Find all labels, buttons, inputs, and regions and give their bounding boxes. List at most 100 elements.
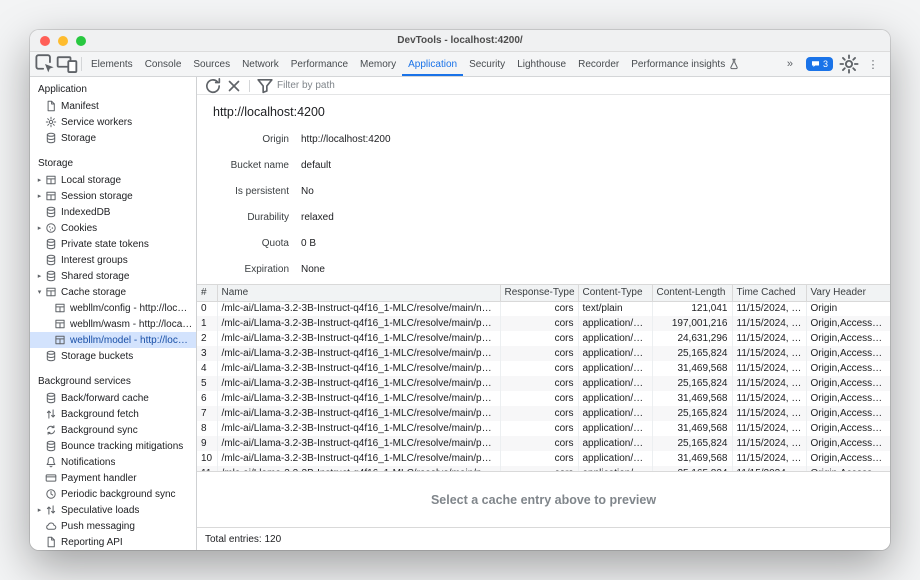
- sidebar-item-shared-storage[interactable]: ▸Shared storage: [30, 268, 196, 284]
- tab-performance-insights[interactable]: Performance insights: [625, 52, 746, 76]
- column-header-vary-header[interactable]: Vary Header: [806, 285, 890, 301]
- sidebar-item-local-storage[interactable]: ▸Local storage: [30, 172, 196, 188]
- tab-application[interactable]: Application: [402, 52, 463, 76]
- table-row[interactable]: 8/mlc-ai/Llama-3.2-3B-Instruct-q4f16_1-M…: [197, 421, 890, 436]
- delete-selected-button[interactable]: [224, 76, 244, 96]
- cell-name: /mlc-ai/Llama-3.2-3B-Instruct-q4f16_1-ML…: [217, 436, 500, 451]
- sidebar-item-webllm-config-http-loc[interactable]: webllm/config - http://loc…: [30, 300, 196, 316]
- tab-lighthouse[interactable]: Lighthouse: [511, 52, 572, 76]
- chevron-right-icon[interactable]: ▸: [34, 224, 45, 232]
- sidebar-item-cache-storage[interactable]: ▾Cache storage: [30, 284, 196, 300]
- chevron-right-icon[interactable]: ▸: [34, 272, 45, 280]
- tab-console[interactable]: Console: [139, 52, 188, 76]
- table-row[interactable]: 7/mlc-ai/Llama-3.2-3B-Instruct-q4f16_1-M…: [197, 406, 890, 421]
- cell-: 7: [197, 406, 217, 421]
- inspect-element-icon[interactable]: [34, 52, 56, 76]
- sidebar-item-periodic-background-sync[interactable]: Periodic background sync: [30, 486, 196, 502]
- issues-badge[interactable]: 3: [806, 57, 833, 71]
- sidebar-item-indexeddb[interactable]: IndexedDB: [30, 204, 196, 220]
- sidebar-item-bounce-tracking-mitigations[interactable]: Bounce tracking mitigations: [30, 438, 196, 454]
- column-header-time-cached[interactable]: Time Cached: [732, 285, 806, 301]
- table-row[interactable]: 4/mlc-ai/Llama-3.2-3B-Instruct-q4f16_1-M…: [197, 361, 890, 376]
- sidebar-item-background-sync[interactable]: Background sync: [30, 422, 196, 438]
- bell-icon: [45, 456, 57, 468]
- sidebar-item-speculative-loads[interactable]: ▸Speculative loads: [30, 502, 196, 518]
- column-header-response-type[interactable]: Response-Type: [500, 285, 578, 301]
- sidebar-item-reporting-api[interactable]: Reporting API: [30, 534, 196, 550]
- table-row[interactable]: 3/mlc-ai/Llama-3.2-3B-Instruct-q4f16_1-M…: [197, 346, 890, 361]
- devtools-content: ApplicationManifestService workersStorag…: [30, 77, 890, 550]
- sidebar-item-background-fetch[interactable]: Background fetch: [30, 406, 196, 422]
- database-icon: [45, 206, 57, 218]
- chevron-right-icon[interactable]: ▸: [34, 176, 45, 184]
- minimize-window-button[interactable]: [58, 36, 68, 46]
- cookie-icon: [45, 222, 57, 234]
- filter-icon: [255, 76, 275, 96]
- metadata-label: Expiration: [197, 264, 289, 275]
- database-icon: [45, 350, 57, 362]
- metadata-row: Is persistentNo: [197, 178, 890, 204]
- table-row[interactable]: 2/mlc-ai/Llama-3.2-3B-Instruct-q4f16_1-M…: [197, 331, 890, 346]
- cell-vary-header: Origin,Access…: [806, 421, 890, 436]
- sidebar-item-private-state-tokens[interactable]: Private state tokens: [30, 236, 196, 252]
- filter-by-path-input[interactable]: Filter by path: [255, 76, 335, 96]
- more-tabs-icon[interactable]: »: [779, 58, 801, 70]
- sidebar-item-webllm-wasm-http-loca[interactable]: webllm/wasm - http://loca…: [30, 316, 196, 332]
- zoom-window-button[interactable]: [76, 36, 86, 46]
- tab-security[interactable]: Security: [463, 52, 511, 76]
- chevron-right-icon[interactable]: ▸: [34, 192, 45, 200]
- table-row[interactable]: 1/mlc-ai/Llama-3.2-3B-Instruct-q4f16_1-M…: [197, 316, 890, 331]
- sidebar-item-storage[interactable]: Storage: [30, 130, 196, 146]
- table-row[interactable]: 6/mlc-ai/Llama-3.2-3B-Instruct-q4f16_1-M…: [197, 391, 890, 406]
- device-toolbar-icon[interactable]: [56, 52, 78, 76]
- tab-recorder[interactable]: Recorder: [572, 52, 625, 76]
- tab-label: Console: [145, 59, 182, 70]
- cell-content-type: application/oc…: [578, 436, 652, 451]
- table-row[interactable]: 5/mlc-ai/Llama-3.2-3B-Instruct-q4f16_1-M…: [197, 376, 890, 391]
- issues-count: 3: [823, 59, 828, 69]
- cell-time-cached: 11/15/2024, 10…: [732, 436, 806, 451]
- sidebar-item-push-messaging[interactable]: Push messaging: [30, 518, 196, 534]
- column-header-[interactable]: #: [197, 285, 217, 301]
- refresh-button[interactable]: [203, 76, 223, 96]
- sidebar-item-webllm-model-http-loc[interactable]: webllm/model - http://loc…: [30, 332, 196, 348]
- database-icon: [45, 254, 57, 266]
- cell-: 10: [197, 451, 217, 466]
- cell-name: /mlc-ai/Llama-3.2-3B-Instruct-q4f16_1-ML…: [217, 391, 500, 406]
- sidebar-item-storage-buckets[interactable]: Storage buckets: [30, 348, 196, 364]
- sidebar-section-background-services: Background servicesBack/forward cacheBac…: [30, 373, 196, 550]
- sidebar-item-back-forward-cache[interactable]: Back/forward cache: [30, 390, 196, 406]
- table-row[interactable]: 0/mlc-ai/Llama-3.2-3B-Instruct-q4f16_1-M…: [197, 301, 890, 316]
- toolbar-divider: [81, 57, 82, 71]
- column-header-content-type[interactable]: Content-Type: [578, 285, 652, 301]
- column-header-content-length[interactable]: Content-Length: [652, 285, 732, 301]
- tab-label: Elements: [91, 59, 133, 70]
- tab-memory[interactable]: Memory: [354, 52, 402, 76]
- chevron-right-icon[interactable]: ▸: [34, 506, 45, 514]
- metadata-row: Originhttp://localhost:4200: [197, 126, 890, 152]
- table-row[interactable]: 9/mlc-ai/Llama-3.2-3B-Instruct-q4f16_1-M…: [197, 436, 890, 451]
- sidebar-item-service-workers[interactable]: Service workers: [30, 114, 196, 130]
- sidebar-item-interest-groups[interactable]: Interest groups: [30, 252, 196, 268]
- sidebar-item-cookies[interactable]: ▸Cookies: [30, 220, 196, 236]
- preview-panel: Select a cache entry above to preview: [197, 471, 890, 527]
- sidebar-item-session-storage[interactable]: ▸Session storage: [30, 188, 196, 204]
- column-header-name[interactable]: Name: [217, 285, 500, 301]
- cell-time-cached: 11/15/2024, 10…: [732, 301, 806, 316]
- tab-sources[interactable]: Sources: [187, 52, 236, 76]
- tab-elements[interactable]: Elements: [85, 52, 139, 76]
- sidebar-item-payment-handler[interactable]: Payment handler: [30, 470, 196, 486]
- more-options-icon[interactable]: ⋮: [862, 58, 884, 71]
- cell-response-type: cors: [500, 331, 578, 346]
- close-window-button[interactable]: [40, 36, 50, 46]
- tab-network[interactable]: Network: [236, 52, 285, 76]
- cell-vary-header: Origin,Access…: [806, 346, 890, 361]
- table-row[interactable]: 10/mlc-ai/Llama-3.2-3B-Instruct-q4f16_1-…: [197, 451, 890, 466]
- sidebar-item-manifest[interactable]: Manifest: [30, 98, 196, 114]
- settings-gear-icon[interactable]: [838, 53, 860, 75]
- cell-content-length: 25,165,824: [652, 346, 732, 361]
- cell-content-type: application/oc…: [578, 391, 652, 406]
- chevron-down-icon[interactable]: ▾: [34, 288, 45, 296]
- tab-performance[interactable]: Performance: [285, 52, 354, 76]
- sidebar-item-notifications[interactable]: Notifications: [30, 454, 196, 470]
